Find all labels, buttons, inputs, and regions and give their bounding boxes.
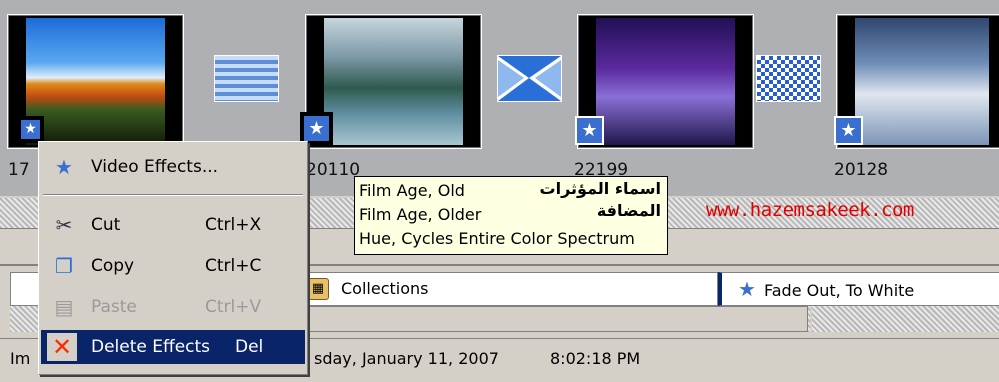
menu-item-delete-effects[interactable]: ✕ Delete Effects Del	[41, 330, 305, 364]
clip-label: 20110	[306, 160, 361, 180]
menu-item-label: Delete Effects	[91, 337, 211, 357]
context-menu[interactable]: ★ Video Effects... ✂ Cut Ctrl+X ❐ Copy C…	[38, 141, 308, 375]
tooltip-arabic-line: المضافة	[596, 201, 661, 220]
clip-thumbnail[interactable]	[305, 14, 482, 149]
effects-star-icon[interactable]: ★	[17, 116, 44, 143]
menu-shortcut: Ctrl+C	[205, 256, 262, 276]
status-date: sday, January 11, 2007	[314, 349, 499, 368]
menu-item-copy[interactable]: ❐ Copy Ctrl+C	[41, 249, 305, 283]
transition-thumbnail[interactable]	[214, 55, 279, 102]
tooltip-line: Hue, Cycles Entire Color Spectrum	[359, 229, 635, 248]
menu-item-video-effects[interactable]: ★ Video Effects...	[41, 150, 305, 184]
paste-icon: ▤	[54, 295, 74, 319]
effects-tooltip: Film Age, Old Film Age, Older Hue, Cycle…	[354, 176, 668, 255]
menu-item-label: Cut	[91, 215, 121, 235]
folder-icon: ▦	[307, 278, 329, 300]
tooltip-line: Film Age, Older	[359, 205, 482, 224]
scrollbar[interactable]	[300, 306, 808, 332]
menu-item-cut[interactable]: ✂ Cut Ctrl+X	[41, 208, 305, 242]
clip-image	[596, 18, 735, 145]
menu-shortcut: Ctrl+V	[205, 297, 262, 317]
menu-shortcut: Del	[235, 337, 264, 357]
menu-shortcut: Ctrl+X	[205, 215, 262, 235]
collections-label: Collections	[341, 279, 429, 298]
clip-label: 17	[8, 160, 30, 180]
clip-image	[324, 18, 463, 145]
star-effects-icon: ★	[55, 155, 73, 179]
task-pane-background	[812, 306, 999, 332]
menu-separator	[43, 194, 303, 196]
tooltip-arabic-line: اسماء المؤثرات	[539, 179, 661, 198]
delete-x-icon: ✕	[47, 333, 77, 361]
effects-star-icon[interactable]: ★	[575, 116, 604, 145]
status-text: Im	[10, 349, 31, 368]
effects-star-icon[interactable]: ★	[300, 112, 333, 145]
menu-item-label: Video Effects...	[91, 157, 219, 177]
effect-star-icon: ★	[738, 277, 756, 301]
status-time: 8:02:18 PM	[550, 349, 641, 368]
menu-item-paste[interactable]: ▤ Paste Ctrl+V	[41, 290, 305, 324]
clip-label: 20128	[834, 160, 889, 180]
effects-star-icon[interactable]: ★	[834, 116, 863, 145]
menu-item-label: Copy	[91, 256, 135, 276]
menu-item-label: Paste	[91, 297, 137, 317]
copy-icon: ❐	[55, 254, 73, 278]
effect-list-item[interactable]: ★ Fade Out, To White	[718, 272, 999, 306]
clip-image	[855, 18, 989, 145]
envelope-transition-icon	[498, 56, 561, 101]
transition-thumbnail[interactable]	[497, 55, 562, 102]
tooltip-line: Film Age, Old	[359, 181, 465, 200]
effect-label: Fade Out, To White	[764, 281, 915, 300]
scissors-icon: ✂	[55, 213, 73, 237]
clip-image	[26, 18, 165, 145]
watermark-text: www.hazemsakeek.com	[706, 199, 914, 221]
transition-thumbnail[interactable]	[756, 55, 821, 102]
